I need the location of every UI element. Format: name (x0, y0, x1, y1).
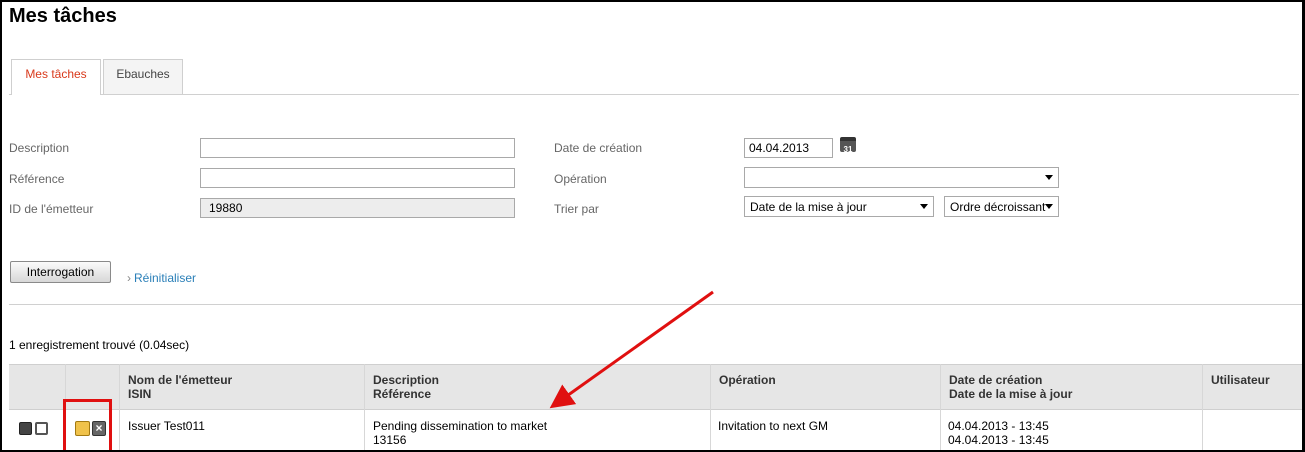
annotation-arrow (549, 290, 714, 409)
